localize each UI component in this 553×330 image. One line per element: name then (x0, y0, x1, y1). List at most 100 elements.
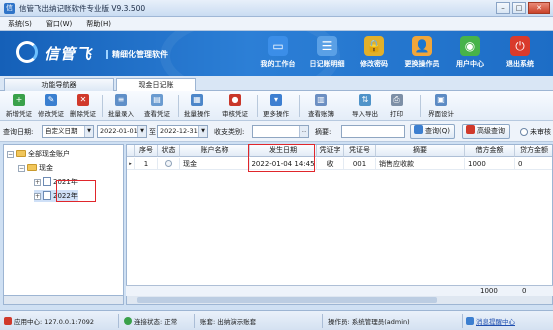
category-select[interactable]: … (252, 125, 309, 138)
journal-grid: 序号 状态 账户名称 发生日期 凭证字 凭证号 摘要 借方金额 贷方金额 ▸ 1… (126, 144, 553, 305)
delete-voucher-button[interactable]: ✕ 删除凭证 (70, 93, 96, 119)
connection-text: 连接状态: 正常 (134, 318, 178, 326)
scrollbar-thumb[interactable] (137, 297, 437, 303)
menu-help[interactable]: 帮助(H) (86, 19, 111, 29)
unaudited-label: 未审核 (530, 128, 551, 136)
switch-operator-label: 更换操作员 (404, 60, 440, 68)
import-export-button[interactable]: ⇅ 导入导出 (352, 93, 378, 119)
advanced-query-button[interactable]: 高级查询 (462, 124, 510, 139)
grid-horizontal-scrollbar[interactable] (126, 296, 553, 305)
column-header-voucher-no[interactable]: 凭证号 (344, 145, 376, 157)
date-to-input[interactable]: 2022-12-31 ▼ (157, 125, 208, 138)
journal-detail-button[interactable]: ☰ 日记账明细 (301, 34, 353, 74)
tree-account-label: 现金 (39, 164, 53, 172)
folder-icon (27, 164, 37, 171)
status-bar: 应用中心: 127.0.0.1:7092 连接状态: 正常 账套: 出纳演示账套… (0, 310, 553, 330)
message-center-text[interactable]: 消息提醒中心 (476, 318, 515, 326)
view-voucher-button[interactable]: ▤ 查看凭证 (144, 93, 170, 119)
status-separator (462, 314, 463, 328)
cell-no: 1 (135, 158, 158, 170)
delete-voucher-label: 删除凭证 (70, 110, 96, 118)
toolbar-separator (420, 95, 421, 117)
batch-input-button[interactable]: ≡ 批量录入 (108, 93, 134, 119)
collapse-icon[interactable]: − (7, 151, 14, 158)
tab-cash-journal[interactable]: 现金日记账 (116, 78, 196, 92)
add-voucher-button[interactable]: + 新增凭证 (6, 93, 32, 119)
books-icon: ▥ (315, 94, 327, 106)
column-header-voucher-word[interactable]: 凭证字 (317, 145, 344, 157)
tree-root[interactable]: − 全部现金账户 (7, 148, 70, 160)
expand-icon[interactable]: + (34, 193, 41, 200)
menu-window[interactable]: 窗口(W) (46, 19, 72, 29)
menu-bar: 系统(S) 窗口(W) 帮助(H) (0, 17, 553, 31)
change-password-button[interactable]: 🔒 修改密码 (348, 34, 400, 74)
column-header-debit[interactable]: 借方金额 (465, 145, 515, 157)
column-header-credit[interactable]: 贷方金额 (515, 145, 552, 157)
row-pointer-icon: ▸ (127, 158, 135, 170)
ledger-icon: ☰ (317, 36, 337, 56)
operator-status: 操作员: 系统管理员(admin) (328, 318, 410, 326)
layout-design-button[interactable]: ▣ 界面设计 (428, 93, 454, 119)
logo-text: 信管飞 (44, 45, 93, 63)
view-books-button[interactable]: ▥ 查看账簿 (308, 93, 334, 119)
tree-account-cash[interactable]: − 现金 (18, 162, 53, 174)
journal-detail-label: 日记账明细 (309, 60, 345, 68)
add-voucher-label: 新增凭证 (6, 110, 32, 118)
more-operations-button[interactable]: ▾ 更多操作 (263, 93, 289, 119)
tab-bar: 功能导航器 现金日记账 (0, 76, 553, 92)
advanced-query-label: 高级查询 (477, 127, 505, 135)
close-button[interactable]: ✕ (528, 2, 550, 14)
batch-operation-label: 批量操作 (184, 110, 210, 118)
unaudited-radio[interactable] (520, 128, 528, 136)
column-header-no[interactable]: 序号 (135, 145, 158, 157)
total-credit: 0 (522, 287, 527, 295)
ellipsis-icon: … (299, 126, 308, 137)
connection-status: 连接状态: 正常 (124, 316, 177, 326)
menu-system[interactable]: 系统(S) (8, 19, 32, 29)
date-to-value: 2022-12-31 (160, 127, 198, 135)
totals-row: 1000 0 (126, 285, 553, 296)
my-workbench-button[interactable]: ▭ 我的工作台 (252, 34, 304, 74)
query-button[interactable]: 查询(Q) (410, 124, 455, 139)
tree-scrollbar[interactable] (3, 296, 124, 305)
message-center-link[interactable]: 消息提醒中心 (466, 316, 515, 326)
audit-voucher-button[interactable]: ● 审核凭证 (222, 93, 248, 119)
batch-input-label: 批量录入 (108, 110, 134, 118)
globe-icon: ◉ (460, 36, 480, 56)
status-unaudited-icon (165, 160, 172, 167)
query-bar: 查询日期: 自定义日期 ▼ 2022-01-01 ▼ 至 2022-12-31 … (0, 121, 553, 142)
column-header-account[interactable]: 账户名称 (180, 145, 250, 157)
my-workbench-label: 我的工作台 (260, 60, 296, 68)
print-label: 打印 (390, 110, 403, 118)
batch-operation-button[interactable]: ▦ 批量操作 (184, 93, 210, 119)
chevron-down-icon: ▼ (137, 126, 146, 137)
account-tree: − 全部现金账户 − 现金 +2021年 +2022年 (3, 144, 124, 296)
user-center-label: 用户中心 (456, 60, 484, 68)
column-header-status[interactable]: 状态 (158, 145, 180, 157)
row-indicator-header (127, 145, 135, 157)
toolbar-separator (299, 95, 300, 117)
maximize-button[interactable]: □ (512, 2, 526, 14)
column-header-summary[interactable]: 摘要 (376, 145, 465, 157)
ledger-sheet-icon (43, 177, 51, 186)
summary-input[interactable] (341, 125, 405, 138)
edit-voucher-label: 修改凭证 (38, 110, 64, 118)
expand-icon[interactable]: + (34, 179, 41, 186)
batch-icon: ▦ (191, 94, 203, 106)
edit-voucher-button[interactable]: ✎ 修改凭证 (38, 93, 64, 119)
switch-operator-button[interactable]: 👤 更换操作员 (396, 34, 448, 74)
audit-voucher-label: 审核凭证 (222, 110, 248, 118)
date-mode-select[interactable]: 自定义日期 ▼ (42, 125, 94, 138)
date-from-input[interactable]: 2022-01-01 ▼ (97, 125, 147, 138)
minimize-button[interactable]: – (496, 2, 510, 14)
exit-system-button[interactable]: ⏻ 退出系统 (494, 34, 546, 74)
status-separator (322, 314, 323, 328)
cell-credit: 0 (515, 158, 552, 170)
search-icon (414, 125, 423, 134)
print-button[interactable]: ⎙ 打印 (390, 93, 403, 119)
user-center-button[interactable]: ◉ 用户中心 (444, 34, 496, 74)
query-date-label: 查询日期: (3, 128, 34, 136)
tab-function-navigator[interactable]: 功能导航器 (4, 78, 114, 91)
collapse-icon[interactable]: − (18, 165, 25, 172)
highlight-box-tree-2022 (56, 180, 96, 202)
